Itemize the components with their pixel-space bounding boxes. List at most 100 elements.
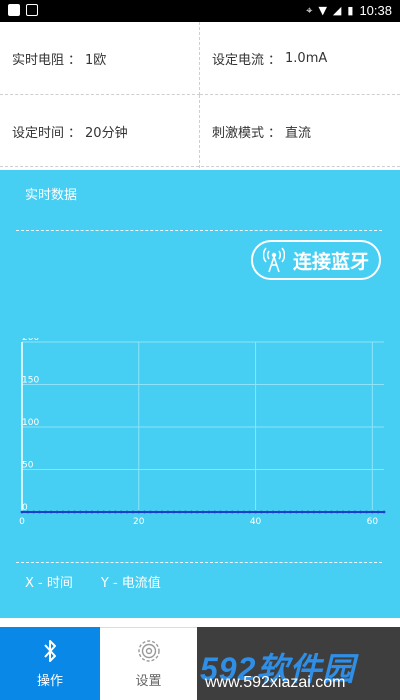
data-point xyxy=(324,510,328,514)
data-point xyxy=(184,510,187,514)
param-label: 设定时间 xyxy=(12,126,65,141)
param-label: 设定电流 xyxy=(212,52,265,68)
data-point xyxy=(195,510,199,514)
data-point xyxy=(359,510,363,514)
y-tick-label: 200 xyxy=(22,338,39,343)
data-point xyxy=(84,510,88,514)
data-point xyxy=(102,510,106,514)
data-point xyxy=(312,510,316,514)
panel-divider-top xyxy=(16,230,382,231)
data-point xyxy=(259,510,263,514)
data-point xyxy=(55,510,59,514)
parameter-grid: 实时电阻 ： 1欧 设定电流 ： 1.0mA 设定时间 ： 20分钟 刺激模式 … xyxy=(0,22,400,168)
data-point xyxy=(271,510,275,514)
wifi-icon: ▼ xyxy=(318,3,327,17)
data-point xyxy=(265,510,269,514)
status-notification-icons xyxy=(8,4,38,16)
data-point xyxy=(370,510,374,514)
param-value: 20分钟 xyxy=(85,126,128,141)
current-chart: 0501001502000 20 40 60 xyxy=(19,338,386,527)
data-point xyxy=(108,510,111,514)
data-point xyxy=(38,510,41,514)
panel-title: 实时数据 xyxy=(25,188,78,203)
notification-app-icon xyxy=(8,4,20,16)
bluetooth-icon xyxy=(44,640,56,662)
tab-settings[interactable]: 设置 xyxy=(100,627,197,700)
param-separator: ： xyxy=(268,126,282,141)
data-point xyxy=(295,510,298,514)
data-point xyxy=(219,510,222,514)
data-point xyxy=(26,510,30,514)
x-tick-label: 60 xyxy=(367,517,379,527)
legend-y: Y - 电流值 xyxy=(100,576,161,591)
data-point xyxy=(166,510,170,514)
data-point xyxy=(189,510,193,514)
data-point xyxy=(277,510,281,514)
data-point xyxy=(43,510,47,514)
data-point xyxy=(230,510,234,514)
data-point xyxy=(114,510,117,514)
location-icon: ⌖ xyxy=(306,3,313,17)
data-point xyxy=(335,510,339,514)
data-point xyxy=(125,510,129,514)
param-set-time: 设定时间 ： 20分钟 xyxy=(0,95,200,168)
data-point xyxy=(178,510,182,514)
data-point xyxy=(365,510,368,514)
data-point xyxy=(73,510,76,514)
data-point xyxy=(289,510,292,514)
data-point xyxy=(154,510,158,514)
data-point xyxy=(242,510,246,514)
status-time: 10:38 xyxy=(359,3,392,18)
data-point xyxy=(61,510,65,514)
data-point xyxy=(32,510,36,514)
notification-a-icon xyxy=(26,4,38,16)
data-point xyxy=(254,510,257,514)
connect-bluetooth-label: 连接蓝牙 xyxy=(293,250,370,273)
data-point xyxy=(283,510,287,514)
x-tick-label: 20 xyxy=(133,517,145,527)
y-tick-label: 100 xyxy=(22,418,39,428)
x-tick-label: 40 xyxy=(250,517,262,527)
data-point xyxy=(236,510,240,514)
param-value: 1.0mA xyxy=(285,50,328,66)
data-point xyxy=(143,510,147,514)
param-value: 直流 xyxy=(285,126,312,141)
chart-legend: X - 时间 Y - 电流值 xyxy=(25,572,161,591)
x-tick-label: 0 xyxy=(19,517,25,527)
data-point xyxy=(330,510,333,514)
param-set-current: 设定电流 ： 1.0mA xyxy=(200,22,400,95)
data-point xyxy=(248,510,252,514)
data-point xyxy=(131,510,135,514)
connect-bluetooth-button[interactable]: 连接蓝牙 xyxy=(251,240,381,280)
data-point xyxy=(318,510,322,514)
data-point xyxy=(67,510,71,514)
param-realtime-resistance: 实时电阻 ： 1欧 xyxy=(0,22,200,95)
data-point xyxy=(20,510,24,514)
data-point xyxy=(78,510,82,514)
data-point xyxy=(137,510,141,514)
data-point xyxy=(49,510,53,514)
data-point xyxy=(149,510,152,514)
data-point xyxy=(201,510,205,514)
data-point xyxy=(207,510,211,514)
data-point xyxy=(376,510,380,514)
data-point xyxy=(96,510,100,514)
data-point xyxy=(353,510,357,514)
battery-icon: ▮ xyxy=(347,3,354,17)
param-stimulation-mode: 刺激模式 ： 直流 xyxy=(200,95,400,168)
bluetooth-antenna-icon xyxy=(263,247,285,273)
param-separator: ： xyxy=(268,52,282,68)
data-point xyxy=(347,510,351,514)
param-separator: ： xyxy=(68,126,82,141)
data-point xyxy=(90,510,94,514)
data-point xyxy=(119,510,123,514)
watermark-url: www.592xiazai.com xyxy=(205,674,346,691)
data-point xyxy=(172,510,176,514)
tab-settings-label: 设置 xyxy=(135,674,162,689)
data-point xyxy=(160,510,164,514)
data-point xyxy=(306,510,310,514)
settings-gear-icon xyxy=(137,640,160,662)
y-tick-label: 150 xyxy=(22,376,39,386)
tab-operation[interactable]: 操作 xyxy=(0,627,100,700)
data-point xyxy=(300,510,304,514)
